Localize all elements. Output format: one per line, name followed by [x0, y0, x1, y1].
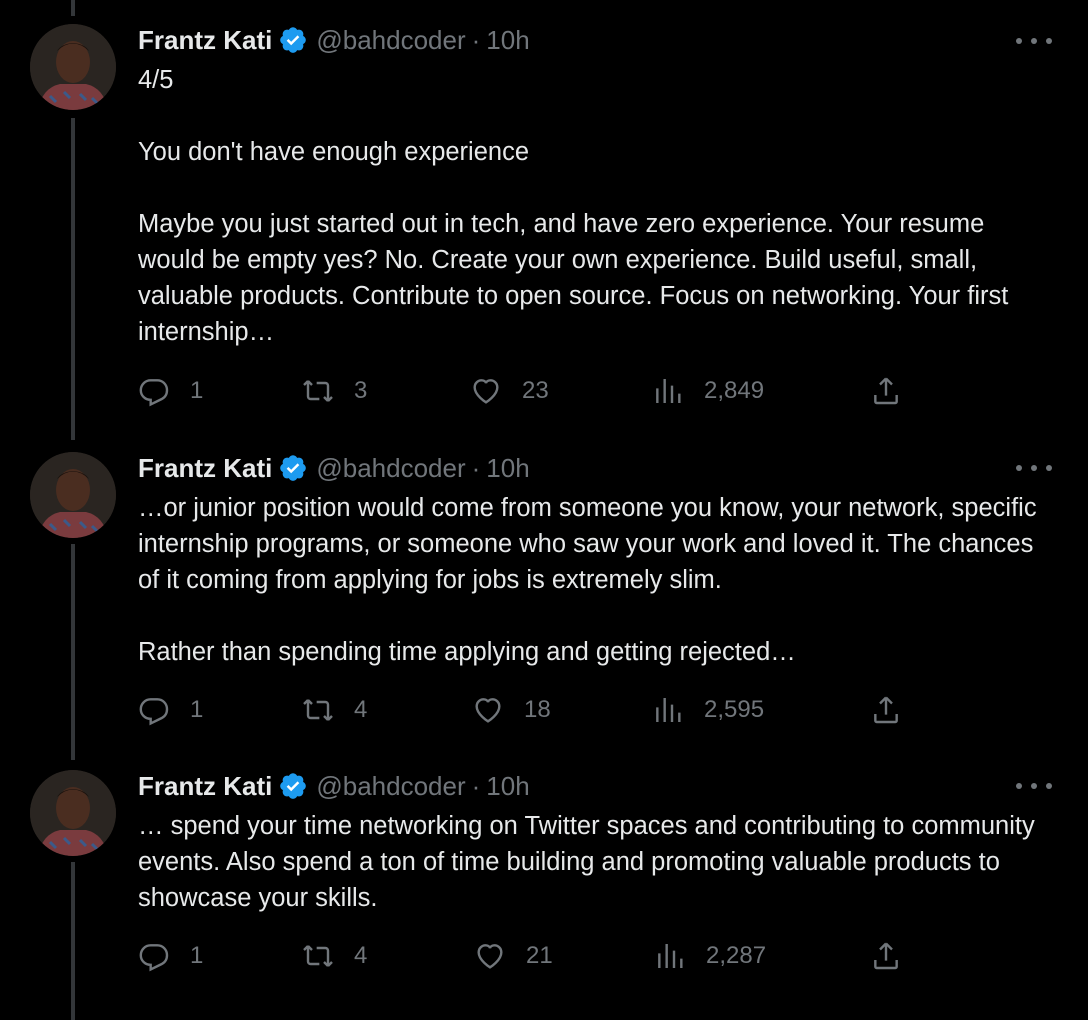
more-icon[interactable] [1016, 776, 1052, 796]
timestamp[interactable]: 10h [486, 25, 529, 56]
views-icon [656, 698, 681, 722]
tweet-header: Frantz Kati @bahdcoder · 10h [138, 24, 530, 56]
retweet-icon [303, 945, 333, 967]
more-icon[interactable] [1016, 31, 1052, 51]
share-icon [874, 377, 898, 405]
share-icon [874, 696, 898, 724]
heart-icon [473, 379, 499, 404]
view-count: 2,595 [704, 696, 765, 723]
reply-count: 1 [190, 696, 204, 723]
tweet-text: …or junior position would come from some… [138, 494, 1037, 666]
retweet-count: 3 [354, 377, 368, 404]
share-button[interactable] [870, 692, 902, 728]
retweet-icon [303, 699, 333, 721]
share-button[interactable] [870, 938, 902, 974]
retweet-count: 4 [354, 942, 368, 969]
views-button[interactable]: 2,287 [654, 938, 766, 974]
heart-icon [477, 944, 503, 969]
tweet-actions: 1 4 21 2,287 [138, 938, 918, 974]
tweet[interactable]: Frantz Kati @bahdcoder · 10h …or junior … [0, 440, 1088, 760]
tweet[interactable]: Frantz Kati @bahdcoder · 10h 4/5 You don… [0, 0, 1088, 440]
retweet-button[interactable]: 3 [302, 373, 367, 409]
tweet-text: 4/5 You don't have enough experience May… [138, 66, 1009, 346]
tweet-header: Frantz Kati @bahdcoder · 10h [138, 770, 530, 802]
views-icon [656, 379, 681, 403]
timestamp[interactable]: 10h [486, 771, 529, 802]
author-name[interactable]: Frantz Kati [138, 453, 272, 484]
verified-badge-icon [278, 453, 308, 483]
like-count: 23 [522, 377, 549, 404]
separator-dot: · [471, 770, 481, 801]
views-button[interactable]: 2,849 [652, 373, 764, 409]
verified-badge-icon [278, 771, 308, 801]
like-count: 18 [524, 696, 551, 723]
like-count: 21 [526, 942, 553, 969]
view-count: 2,287 [706, 942, 767, 969]
retweet-icon [303, 380, 333, 402]
author-name[interactable]: Frantz Kati [138, 771, 272, 802]
separator-dot: · [471, 24, 481, 55]
views-icon [658, 944, 683, 968]
author-handle[interactable]: @bahdcoder [316, 453, 465, 484]
view-count: 2,849 [704, 377, 765, 404]
reply-button[interactable]: 1 [138, 373, 203, 409]
reply-count: 1 [190, 942, 204, 969]
retweet-count: 4 [354, 696, 368, 723]
retweet-button[interactable]: 4 [302, 692, 367, 728]
separator-dot: · [471, 452, 481, 483]
heart-icon [475, 698, 501, 723]
share-button[interactable] [870, 373, 902, 409]
avatar[interactable] [30, 24, 116, 110]
like-button[interactable]: 21 [474, 938, 553, 974]
tweet[interactable]: Frantz Kati @bahdcoder · 10h … spend you… [0, 760, 1088, 1020]
avatar[interactable] [30, 770, 116, 856]
tweet-header: Frantz Kati @bahdcoder · 10h [138, 452, 530, 484]
verified-badge-icon [278, 25, 308, 55]
author-handle[interactable]: @bahdcoder [316, 25, 465, 56]
reply-icon [139, 944, 169, 972]
tweet-text: … spend your time networking on Twitter … [138, 812, 1042, 912]
reply-count: 1 [190, 377, 204, 404]
reply-button[interactable]: 1 [138, 938, 203, 974]
reply-button[interactable]: 1 [138, 692, 203, 728]
timestamp[interactable]: 10h [486, 453, 529, 484]
tweet-actions: 1 4 18 2,595 [138, 692, 918, 728]
author-handle[interactable]: @bahdcoder [316, 771, 465, 802]
reply-icon [139, 698, 169, 726]
reply-icon [139, 379, 169, 407]
more-icon[interactable] [1016, 458, 1052, 478]
share-icon [874, 942, 898, 970]
avatar[interactable] [30, 452, 116, 538]
like-button[interactable]: 18 [472, 692, 551, 728]
tweet-actions: 1 3 23 2,849 [138, 373, 918, 409]
author-name[interactable]: Frantz Kati [138, 25, 272, 56]
retweet-button[interactable]: 4 [302, 938, 367, 974]
views-button[interactable]: 2,595 [652, 692, 764, 728]
like-button[interactable]: 23 [470, 373, 549, 409]
